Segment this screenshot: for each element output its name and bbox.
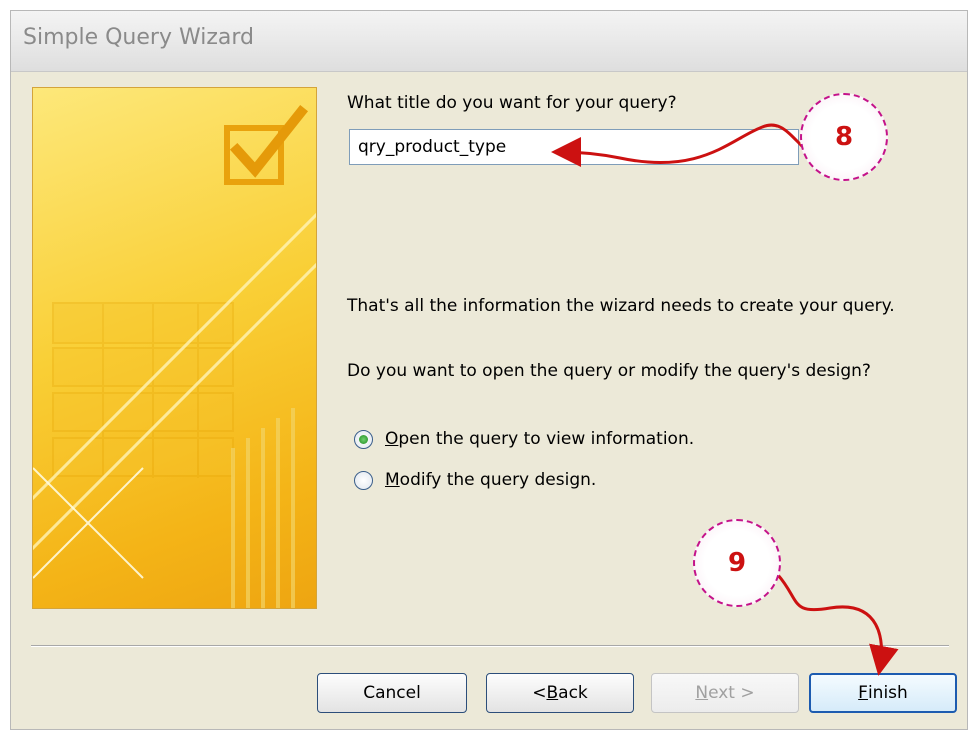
query-title-prompt: What title do you want for your query? [347,93,677,113]
wizard-question-text: Do you want to open the query or modify … [347,361,871,381]
radio-unselected[interactable] [354,470,373,490]
wizard-info-text: That's all the information the wizard ne… [347,296,895,316]
next-button[interactable]: Next > [651,673,799,713]
step-9-badge: 9 [693,519,781,607]
modify-design-option[interactable]: Modify the query design. [354,470,596,490]
finish-button[interactable]: Finish [809,673,957,713]
checkmark-icon [224,104,309,185]
query-title-input[interactable] [349,129,799,165]
window-title: Simple Query Wizard [23,25,254,50]
open-query-option[interactable]: Open the query to view information. [354,429,694,449]
title-bar[interactable]: Simple Query Wizard [11,11,967,72]
wizard-illustration [32,87,317,609]
radio-selected[interactable] [354,429,373,449]
cancel-button[interactable]: Cancel [317,673,467,713]
button-separator [31,645,949,647]
back-button[interactable]: < Back [486,673,634,713]
step-8-badge: 8 [800,93,888,181]
